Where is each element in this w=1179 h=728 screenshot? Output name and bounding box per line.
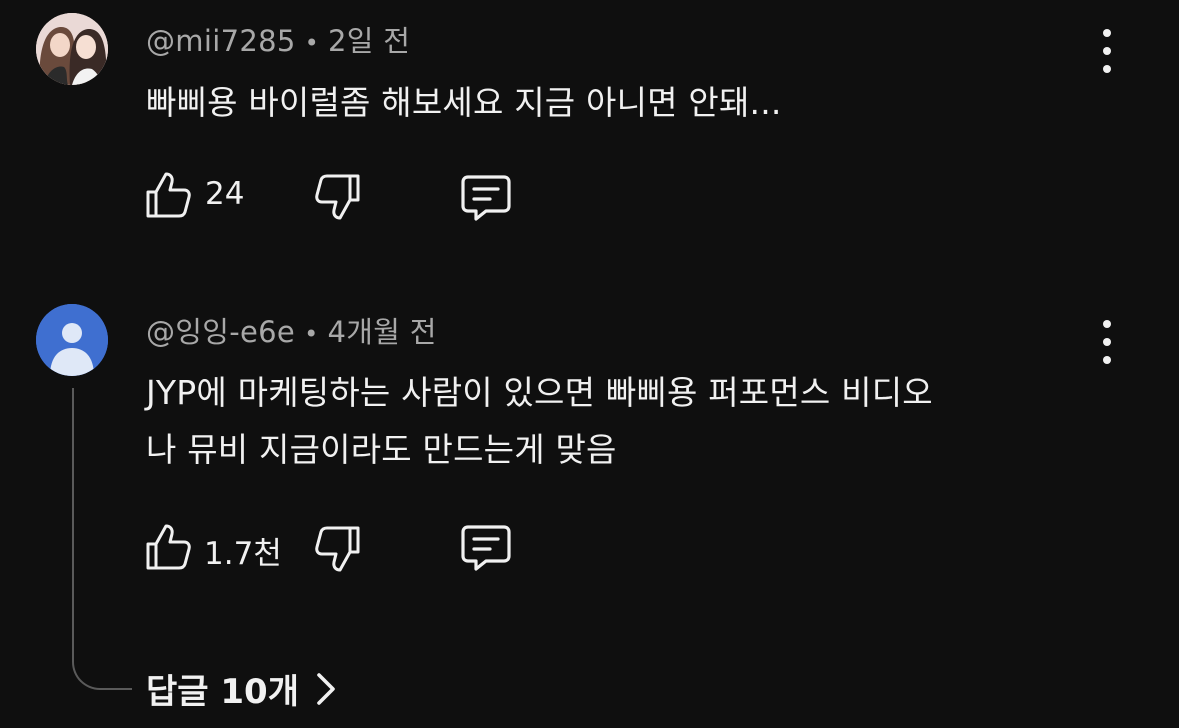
more-dot [1103,338,1111,346]
comment-icon [461,175,511,221]
like-count: 1.7천 [204,536,282,572]
commenter-avatar[interactable] [36,304,108,376]
comment-text-line-1: JYP에 마케팅하는 사람이 있으면 빠삐용 퍼포먼스 비디오 [146,373,933,412]
comment-more-button[interactable] [1097,29,1117,73]
more-vert-icon [1103,320,1111,328]
view-replies-button[interactable]: 답글 10개 [146,664,337,713]
like-count: 24 [205,176,245,212]
chevron-right-icon [317,672,335,705]
thumbs-up-icon [146,524,191,570]
comment-meta: @mii7285 • 2일 전 [146,18,410,60]
comment-author[interactable]: @mii7285 [146,24,296,58]
thumbs-up-icon [146,172,191,218]
comment-icon [461,525,511,571]
photo-avatar-icon [36,13,108,85]
comment-more-button[interactable] [1097,320,1117,364]
meta-separator: • [304,29,320,57]
thread-connector-line [72,388,132,690]
more-dot [1103,47,1111,55]
dislike-button[interactable] [314,172,362,226]
comment-timestamp[interactable]: 4개월 전 [328,315,437,349]
comment-timestamp[interactable]: 2일 전 [328,24,410,58]
like-button[interactable] [144,522,192,576]
thumbs-down-icon [315,526,360,572]
comment-author[interactable]: @잉잉-e6e [146,315,295,349]
replies-label: 답글 10개 [146,672,299,712]
reply-button[interactable] [460,524,512,576]
comment-text: 빠삐용 바이럴좀 해보세요 지금 아니면 안돼... [146,83,782,122]
comment-text-line-2: 나 뮤비 지금이라도 만드는게 맞음 [146,430,617,469]
more-vert-icon [1103,29,1111,37]
comment-meta: @잉잉-e6e • 4개월 전 [146,309,437,351]
default-user-avatar-icon [36,304,108,376]
reply-button[interactable] [460,174,512,226]
like-button[interactable] [144,170,192,224]
more-dot [1103,356,1111,364]
more-dot [1103,65,1111,73]
commenter-avatar[interactable] [36,13,108,85]
meta-separator: • [304,320,319,348]
thumbs-down-icon [315,174,360,220]
dislike-button[interactable] [314,524,362,578]
